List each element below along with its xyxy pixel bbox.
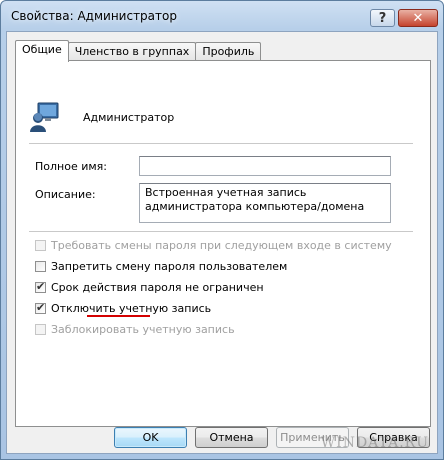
account-disabled-checkbox[interactable]: ✔ Отключить учетную запись (35, 301, 212, 315)
user-name: Администратор (83, 111, 175, 124)
checkbox-label: Срок действия пароля не ограничен (51, 281, 264, 294)
checkbox-label: Требовать смены пароля при следующем вхо… (51, 239, 392, 252)
checkbox-box: ✔ (35, 301, 46, 314)
tab-group-membership[interactable]: Членство в группах (67, 42, 197, 61)
description-label: Описание: (35, 188, 96, 201)
full-name-input[interactable] (139, 156, 391, 176)
checkbox-label: Запретить смену пароля пользователем (51, 260, 288, 273)
cancel-button[interactable]: Отмена (195, 427, 268, 448)
ok-button[interactable]: OK (114, 427, 187, 448)
watermark: WINDATA.RU (320, 435, 429, 451)
must-change-password-checkbox[interactable]: Требовать смены пароля при следующем вхо… (35, 239, 392, 252)
close-icon: ✕ (412, 10, 424, 26)
checkbox-box (35, 324, 46, 335)
tab-general[interactable]: Общие (15, 40, 69, 62)
title-bar[interactable]: Свойства: Администратор ? ✕ (1, 1, 443, 31)
checkmark-icon: ✔ (36, 301, 46, 314)
properties-window: Свойства: Администратор ? ✕ Общие Членст… (0, 0, 444, 460)
full-name-label: Полное имя: (35, 160, 107, 173)
close-window-button[interactable]: ✕ (398, 9, 438, 27)
red-underline-highlight (87, 315, 150, 317)
checkbox-box: ✔ (35, 280, 46, 293)
tab-profile[interactable]: Профиль (195, 42, 262, 61)
cannot-change-password-checkbox[interactable]: Запретить смену пароля пользователем (35, 260, 287, 273)
dialog-client-area: Общие Членство в группах Профиль Админис… (6, 31, 438, 454)
password-never-expires-checkbox[interactable]: ✔ Срок действия пароля не ограничен (35, 280, 264, 294)
general-tab-panel: Администратор Полное имя: Описание: Встр… (15, 60, 431, 427)
checkmark-icon: ✔ (36, 280, 46, 293)
account-locked-checkbox[interactable]: Заблокировать учетную запись (35, 323, 235, 336)
help-icon: ? (378, 10, 387, 26)
help-title-button[interactable]: ? (370, 9, 395, 27)
window-title: Свойства: Администратор (11, 9, 177, 23)
description-input[interactable]: Встроенная учетная запись администратора… (139, 183, 391, 223)
divider (29, 231, 413, 233)
checkbox-label: Заблокировать учетную запись (51, 323, 235, 336)
checkbox-label: Отключить учетную запись (51, 302, 212, 315)
tab-strip: Общие Членство в группах Профиль (15, 40, 262, 62)
checkbox-box (35, 261, 46, 272)
user-account-icon (30, 102, 59, 132)
divider (29, 143, 413, 145)
checkbox-box (35, 240, 46, 251)
